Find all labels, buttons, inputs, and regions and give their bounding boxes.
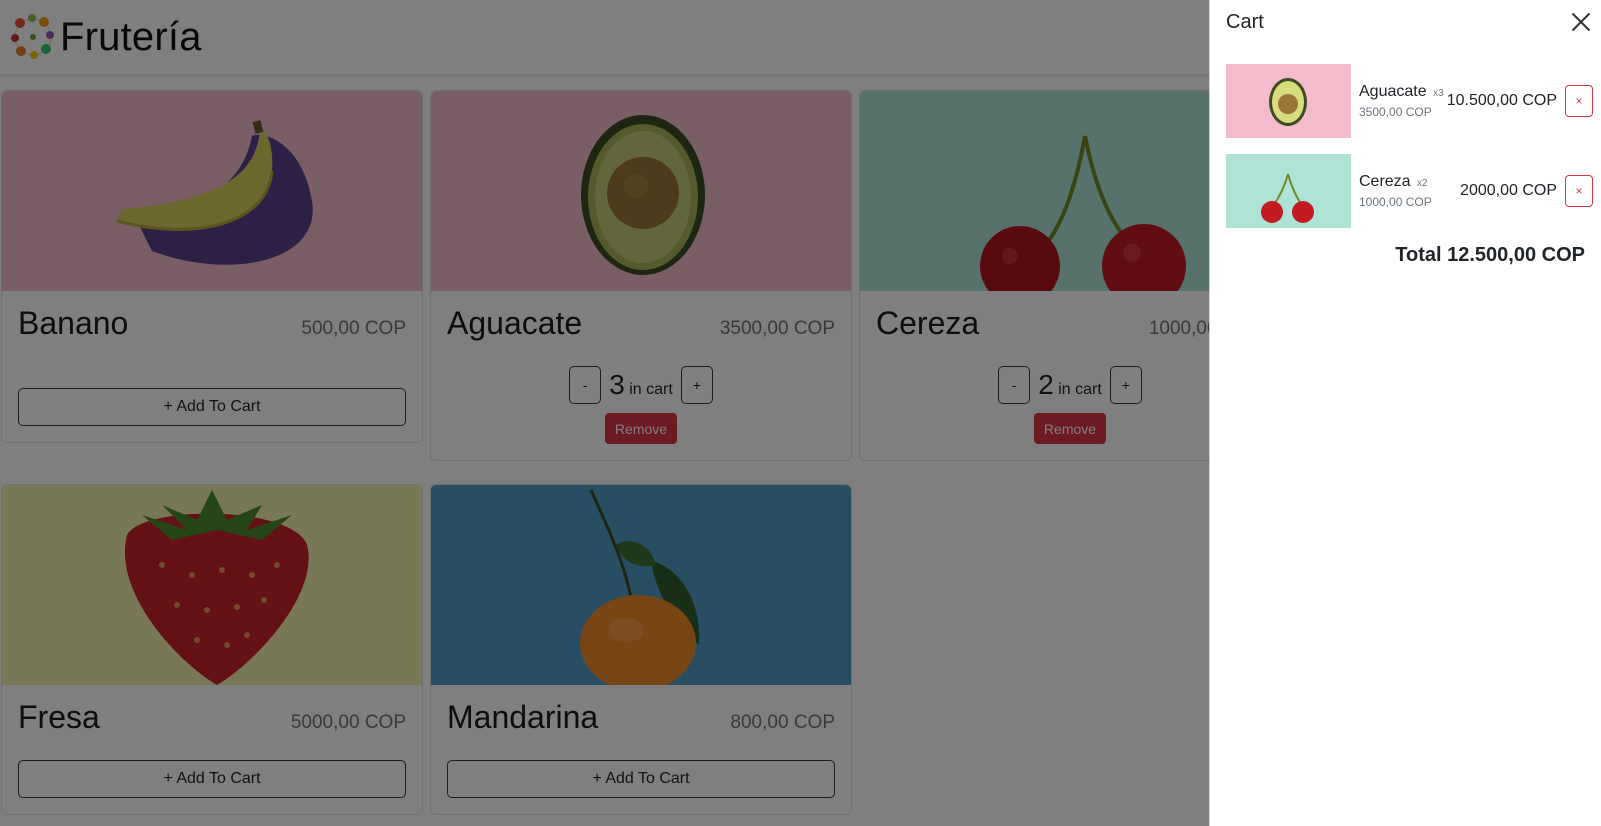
cart-item-image (1226, 154, 1351, 228)
cart-item: Aguacate x3 3500,00 COP 10.500,00 COP × (1226, 64, 1593, 138)
cart-item-total: 2000,00 COP (1460, 182, 1557, 199)
cart-item-qty: x3 (1433, 88, 1444, 99)
cart-item-image (1226, 64, 1351, 138)
cart-item: Cereza x2 1000,00 COP 2000,00 COP × (1226, 154, 1593, 228)
cart-item-qty: x2 (1417, 178, 1428, 189)
remove-from-cart-button[interactable]: × (1565, 85, 1593, 117)
remove-from-cart-button[interactable]: × (1565, 175, 1593, 207)
cart-item-unit-price: 1000,00 COP (1359, 195, 1432, 209)
cart-items: Aguacate x3 3500,00 COP 10.500,00 COP × … (1210, 36, 1601, 267)
cart-item-name: Cereza (1359, 173, 1411, 190)
cart-item-unit-price: 3500,00 COP (1359, 105, 1432, 119)
cart-item-name: Aguacate (1359, 83, 1427, 100)
cart-title: Cart (1226, 10, 1264, 33)
cart-header: Cart (1210, 0, 1601, 36)
close-icon[interactable] (1569, 10, 1593, 34)
cart-offcanvas: Cart Aguacate x3 3500,00 COP 10.500,00 C… (1209, 0, 1601, 826)
cart-item-total: 10.500,00 COP (1446, 92, 1557, 109)
cart-total: Total 12.500,00 COP (1395, 244, 1585, 266)
